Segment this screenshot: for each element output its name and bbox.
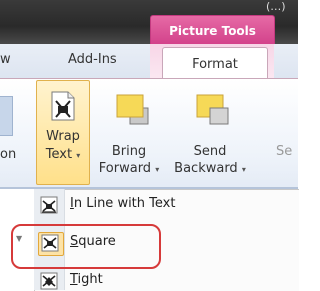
picture-tools-label: Picture Tools xyxy=(169,23,256,38)
bring-forward-label-1: Bring xyxy=(111,144,147,159)
wrap-text-label-2: Text xyxy=(45,147,73,162)
menu-item-label: n Line with Text xyxy=(73,196,176,211)
send-backward-button[interactable]: Send Backward ▾ xyxy=(170,80,250,183)
menu-item-in-line-with-text[interactable]: In Line with Text xyxy=(70,196,175,211)
wrap-text-dropdown-icon: ▾ xyxy=(76,151,81,160)
bring-forward-icon xyxy=(116,94,149,125)
menu-item-tight[interactable]: Tight xyxy=(70,272,103,287)
picture-tools-header: Picture Tools xyxy=(150,15,275,45)
tight-wrap-icon xyxy=(40,272,58,290)
wrap-text-icon xyxy=(51,91,75,121)
tab-view-cut[interactable]: w xyxy=(0,52,11,67)
bring-forward-button[interactable]: Bring Forward ▾ xyxy=(96,80,162,183)
send-backward-dropdown-icon: ▾ xyxy=(241,165,246,174)
send-backward-icon xyxy=(196,94,229,125)
cut-off-selection-label[interactable]: Se xyxy=(276,144,292,159)
accel-key-t: T xyxy=(70,272,78,287)
tab-format[interactable]: Format xyxy=(162,47,268,80)
cut-glyph: (…) xyxy=(266,0,286,13)
in-line-with-text-icon xyxy=(40,196,58,214)
wrap-text-label-1: Wrap xyxy=(46,129,80,144)
tab-add-ins[interactable]: Add-Ins xyxy=(68,52,117,67)
bring-forward-dropdown-icon: ▾ xyxy=(155,165,160,174)
cut-off-button-icon xyxy=(0,96,13,136)
bring-forward-label-2: Forward xyxy=(98,161,152,176)
tab-format-label: Format xyxy=(192,56,238,72)
cut-off-button-label[interactable]: on xyxy=(0,147,16,162)
annotation-highlight xyxy=(11,224,161,269)
send-backward-label-1: Send xyxy=(193,144,227,159)
menu-item-label: ight xyxy=(77,272,103,287)
wrap-text-button[interactable]: Wrap Text ▾ xyxy=(36,80,90,185)
send-backward-label-2: Backward xyxy=(174,161,238,176)
